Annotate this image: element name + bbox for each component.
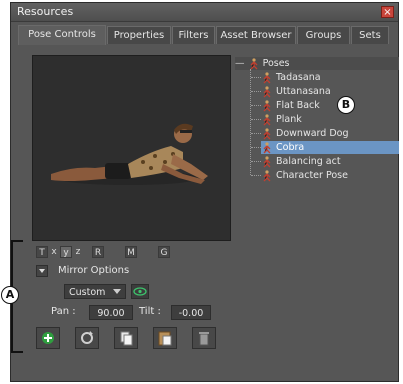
pose-figure-icon [263,113,271,125]
tree-item-uttanasana[interactable]: Uttanasana [251,85,399,98]
eye-toggle[interactable] [131,284,149,299]
chevron-down-icon [113,289,121,294]
pose-figure-icon [263,127,271,139]
tab-pose-controls[interactable]: Pose Controls [18,25,106,45]
copy-icon [120,331,133,346]
mirror-button[interactable]: M [125,246,137,258]
tree-root-row[interactable]: — Poses [235,57,399,70]
pose-figure-icon [263,155,271,167]
callout-b: B [337,96,355,114]
collapse-toggle[interactable]: — [235,58,245,69]
tree-item-balancing-act[interactable]: Balancing act [251,155,399,168]
tree-item-label: Downward Dog [276,128,349,139]
tree-item-label: Plank [276,114,302,125]
axis-z-button[interactable]: z [72,246,84,258]
tree-item-flat-back[interactable]: Flat Back [251,99,399,112]
tab-sets[interactable]: Sets [351,26,389,44]
tree-item-character-pose[interactable]: Character Pose [251,169,399,182]
pose-figure-icon [263,169,271,181]
tilt-input[interactable]: -0.00 [171,305,211,320]
poses-tree: — Poses Tadasana Uttanasana Flat Back Pl… [235,57,399,239]
tree-item-label: Character Pose [276,170,348,181]
mirror-expand-toggle[interactable] [36,265,48,277]
refresh-button[interactable] [75,327,99,349]
pan-input[interactable]: 90.00 [89,305,133,320]
pose-figure-icon [263,85,271,97]
eye-icon [133,287,147,296]
pan-label: Pan : [51,306,76,317]
delete-button[interactable] [192,327,216,349]
add-button[interactable] [36,327,60,349]
tree-connector [250,69,251,175]
mirror-mode-value: Custom [69,287,106,298]
tree-item-downward-dog[interactable]: Downward Dog [251,127,399,140]
add-icon [42,332,54,344]
tab-filters[interactable]: Filters [172,26,215,44]
chevron-down-icon [39,269,45,273]
close-button[interactable]: × [381,6,394,18]
pose-preview-viewport[interactable] [32,55,231,241]
refresh-icon [81,331,93,344]
tab-groups[interactable]: Groups [297,26,350,44]
tab-asset-browser[interactable]: Asset Browser [216,26,296,44]
pose-figure-icon [250,57,257,69]
mirror-options-label: Mirror Options [58,265,130,276]
figure-preview-image [51,123,208,185]
paste-button[interactable] [153,327,177,349]
tree-item-label: Uttanasana [276,86,331,97]
pose-figure-icon [263,99,271,111]
resources-window: Resources × Pose Controls Properties Fil… [10,2,399,382]
tree-item-label: Tadasana [276,72,321,83]
tree-root-label: Poses [262,58,290,69]
axis-x-button[interactable]: x [48,246,60,258]
mirror-mode-select[interactable]: Custom [64,284,126,299]
tree-item-label: Flat Back [276,100,320,111]
tree-item-label: Balancing act [276,156,341,167]
tree-item-cobra[interactable]: Cobra [251,141,399,154]
window-title: Resources [17,5,74,18]
tilt-label: Tilt : [139,306,161,317]
copy-button[interactable] [114,327,138,349]
translate-button[interactable]: T [36,246,48,258]
pose-figure-icon [263,141,271,153]
tree-item-tadasana[interactable]: Tadasana [251,71,399,84]
tree-item-label: Cobra [276,142,305,153]
paste-icon [158,331,172,346]
global-button[interactable]: G [158,246,170,258]
trash-icon [199,332,209,346]
tab-properties[interactable]: Properties [107,26,171,44]
rotate-button[interactable]: R [92,246,104,258]
tab-strip: Pose Controls Properties Filters Asset B… [11,25,398,45]
callout-a: A [1,286,19,304]
axis-y-button[interactable]: y [60,246,72,258]
tree-item-plank[interactable]: Plank [251,113,399,126]
title-bar[interactable]: Resources × [11,3,398,22]
pose-figure-icon [263,71,271,83]
